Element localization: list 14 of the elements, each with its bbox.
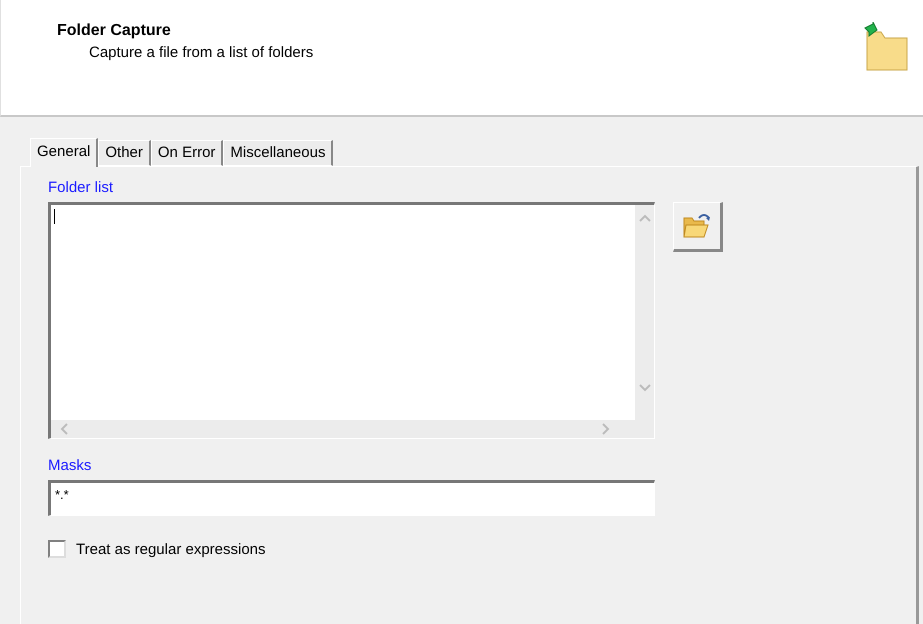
tab[interactable]: On Error — [150, 140, 224, 166]
checkbox[interactable] — [48, 540, 66, 558]
folder-list-field[interactable] — [48, 202, 655, 439]
masks-field[interactable]: *.* — [48, 480, 655, 516]
field-label: Folder list — [48, 179, 114, 196]
field-label: Masks — [48, 457, 92, 474]
page-subtitle: Capture a file from a list of folders — [88, 44, 314, 61]
page-title: Folder Capture — [57, 22, 172, 40]
open-folder-icon — [682, 212, 712, 240]
browse-folder-button[interactable] — [673, 202, 723, 252]
tab[interactable]: Miscellaneous — [223, 140, 334, 166]
checkbox-label: Treat as regular expressions — [76, 540, 266, 558]
tab[interactable]: Other — [98, 140, 151, 166]
tab[interactable]: General — [30, 138, 98, 167]
